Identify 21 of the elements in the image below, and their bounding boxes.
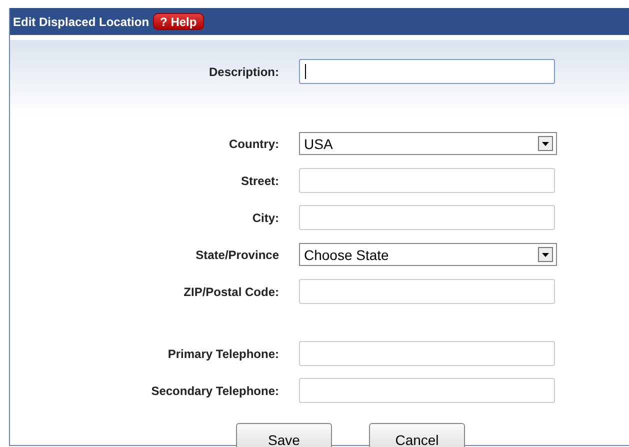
field-label: Secondary Telephone: — [150, 384, 279, 398]
dropdown[interactable]: Choose State — [299, 243, 557, 266]
field-label: ZIP/Postal Code: — [182, 284, 279, 298]
field-label: Primary Telephone: — [166, 346, 279, 360]
dropdown[interactable]: USA — [299, 132, 557, 155]
text-cursor-icon — [305, 64, 306, 79]
field-label: City: — [251, 210, 279, 224]
input-field[interactable] — [299, 341, 555, 366]
field-label: Street: — [240, 174, 279, 188]
input-field[interactable] — [299, 59, 555, 84]
save-button[interactable]: Save — [236, 423, 332, 447]
field-label: State/Province — [194, 248, 279, 262]
input-field[interactable] — [299, 279, 555, 304]
cancel-button[interactable]: Cancel — [369, 423, 465, 447]
input-field[interactable] — [299, 168, 555, 193]
field-label: Country: — [228, 136, 279, 150]
input-field[interactable] — [299, 205, 555, 230]
field-label: Description: — [208, 64, 279, 78]
help-button[interactable]: ? Help — [153, 13, 204, 30]
input-field[interactable] — [299, 378, 555, 403]
window-title: Edit Displaced Location — [13, 14, 150, 28]
